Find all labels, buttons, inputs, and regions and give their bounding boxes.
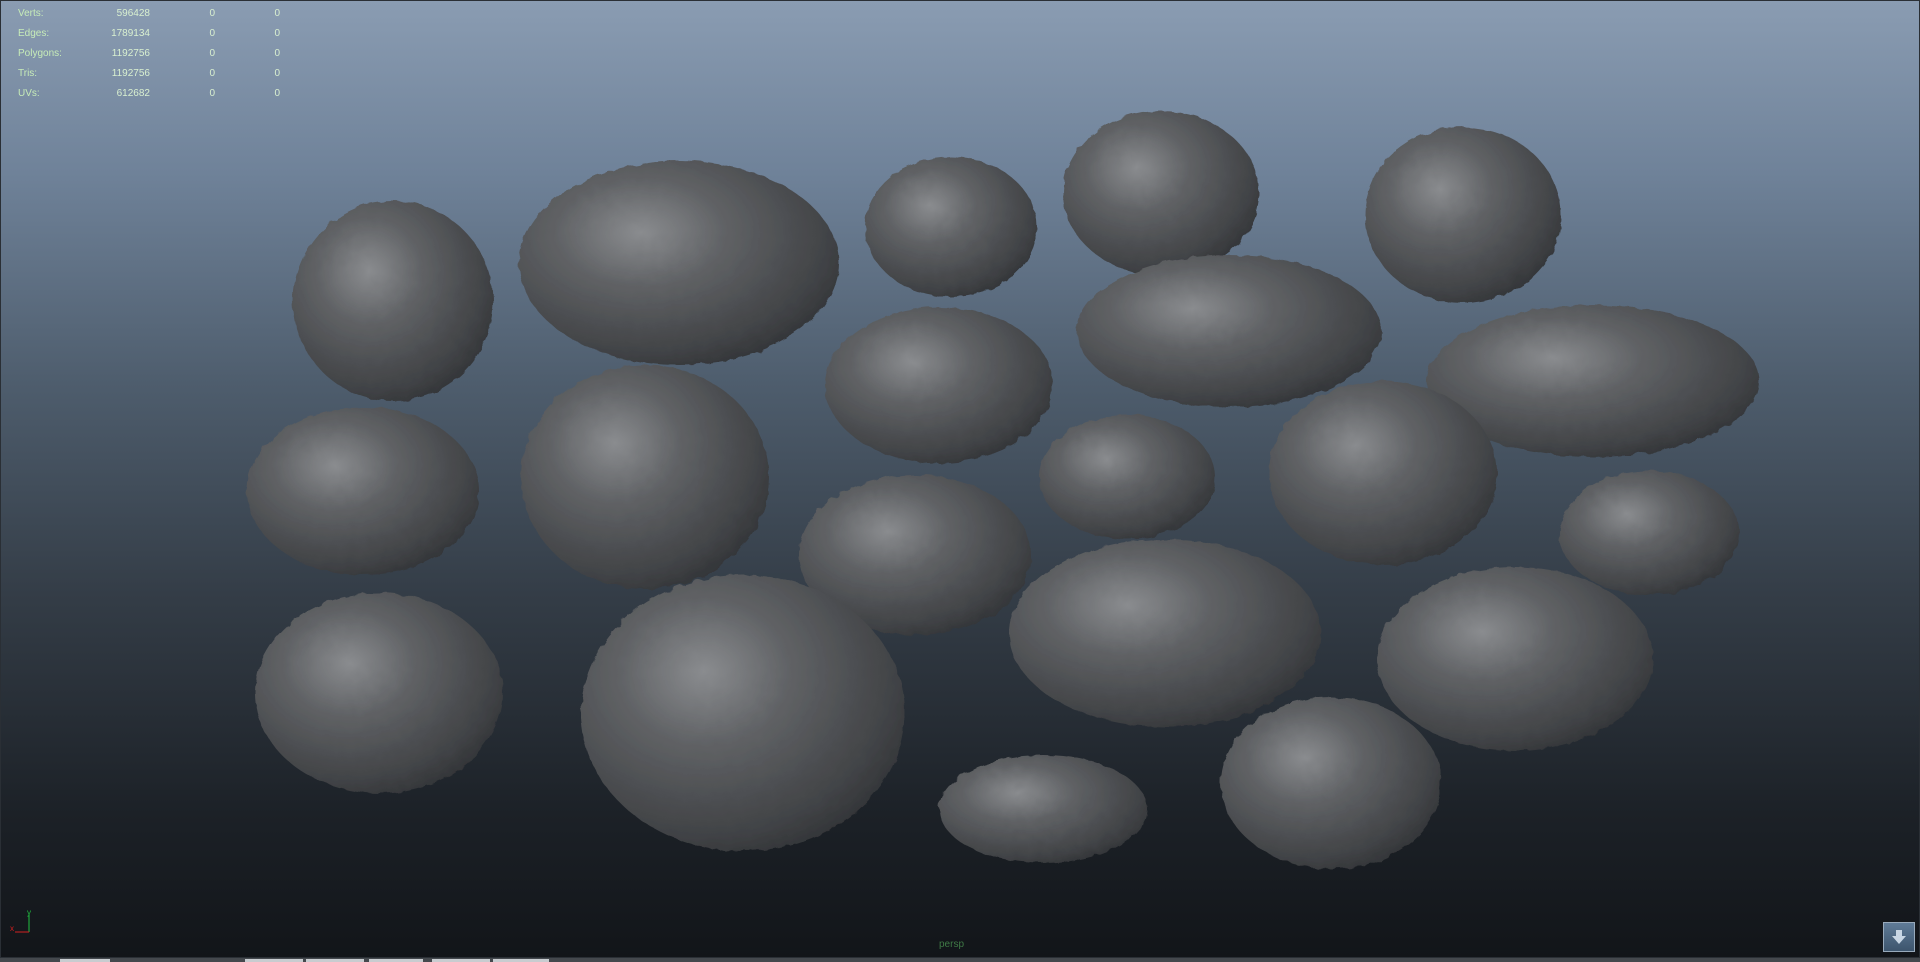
bottom-tab-strip [0,958,1920,962]
axis-gizmo-icon: y x [10,908,31,933]
rock-mesh[interactable] [1269,381,1497,565]
rock-mesh[interactable] [581,575,905,851]
rock-mesh[interactable] [1377,567,1653,751]
rock-mesh[interactable] [1039,415,1215,539]
axis-y-label: y [27,909,31,917]
rock-mesh[interactable] [939,755,1147,863]
rock-mesh[interactable] [255,593,503,793]
axis-gizmo: y x [9,908,39,939]
rock-mesh[interactable] [1559,471,1739,595]
rock-mesh[interactable] [1009,539,1321,727]
camera-name-label: persp [939,939,965,950]
rock-mesh[interactable] [521,365,769,589]
rock-mesh[interactable] [1365,127,1561,303]
rock-mesh[interactable] [519,161,839,365]
rock-meshes[interactable] [1,1,1920,958]
rock-mesh[interactable] [293,201,493,401]
axis-x-label: x [10,924,14,933]
rock-mesh[interactable] [1221,697,1441,869]
rock-mesh[interactable] [825,307,1053,463]
rock-mesh[interactable] [247,407,479,575]
arrow-down-icon [1892,930,1906,944]
rock-mesh[interactable] [865,157,1037,297]
rock-mesh[interactable] [1063,111,1259,275]
rock-mesh[interactable] [1077,255,1381,407]
viewport-corner-button[interactable] [1883,922,1915,952]
3d-viewport[interactable]: Verts: 596428 0 0 Edges: 1789134 0 0 Pol… [0,0,1920,958]
